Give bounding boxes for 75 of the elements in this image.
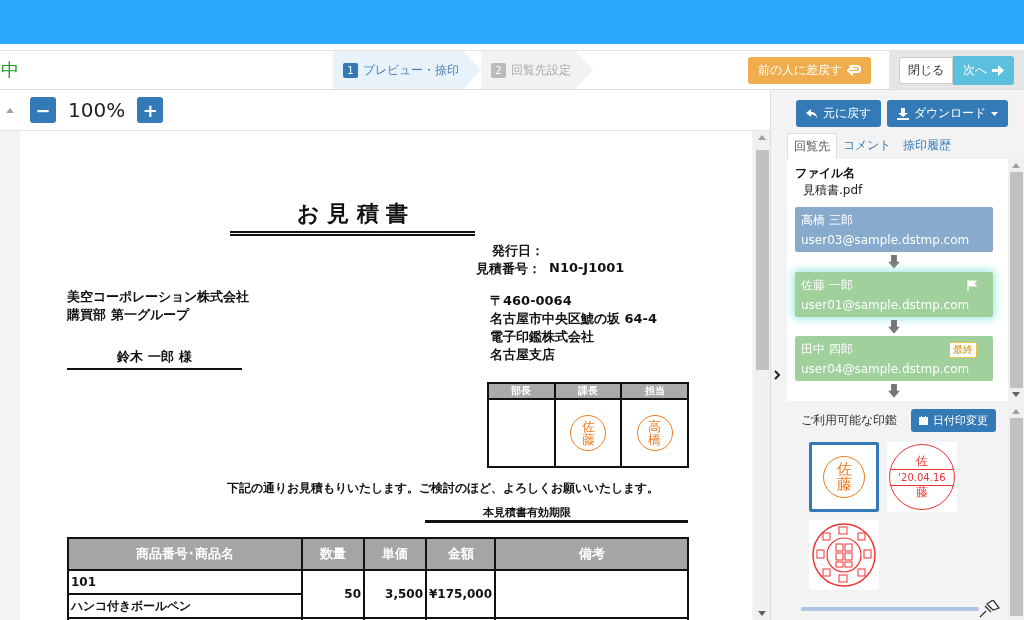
column-header: 商品番号･商品名 [68, 538, 302, 570]
approval-header: 部長 [489, 384, 554, 400]
stamps-label: ご利用可能な印鑑 [801, 412, 897, 429]
column-header: 備考 [495, 538, 688, 570]
sender-line: 〒460-0064 [490, 292, 573, 310]
arrow-down-icon [888, 319, 900, 334]
approval-header: 課長 [555, 384, 621, 400]
recipient-card[interactable]: 田中 四郎 最終 user04@sample.dstmp.com [795, 336, 993, 382]
scroll-up-icon[interactable] [1012, 163, 1020, 168]
file-label: ファイル名 [795, 165, 855, 182]
chevron-right-icon[interactable] [774, 370, 781, 380]
stamp-option[interactable] [809, 520, 879, 590]
scroll-up-icon[interactable] [1012, 409, 1020, 414]
estimate-number: N10-J1001 [549, 260, 625, 277]
date-stamp-button[interactable]: 日付印変更 [911, 409, 996, 432]
column-header: 単価 [364, 538, 426, 570]
recipient-email: user01@sample.dstmp.com [801, 297, 971, 312]
scrollbar-thumb[interactable] [755, 150, 769, 370]
approval-header: 担当 [622, 384, 687, 400]
message-text: 下記の通りお見積もりいたします。ご検討のほど、よろしくお願いいたします。 [227, 480, 660, 497]
zoom-in-button[interactable]: + [137, 97, 164, 123]
recipient-email: user03@sample.dstmp.com [801, 233, 971, 247]
recipient-email: user04@sample.dstmp.com [801, 362, 971, 377]
issue-date-label: 発行日： [492, 242, 545, 260]
recipient-name: 佐藤 一郎 [801, 276, 853, 294]
table-cell: 50 [302, 570, 364, 618]
stamp-option[interactable]: 佐 藤 [809, 442, 879, 512]
download-button[interactable]: ダウンロード [887, 100, 1008, 127]
seal-drawing [811, 522, 877, 588]
panel-tab[interactable]: コメント [837, 133, 897, 159]
sender-line: 名古屋支店 [490, 346, 556, 364]
arrow-down-icon [888, 255, 900, 269]
table-cell: 3,500 [364, 570, 426, 618]
zoom-level: 100% [68, 98, 126, 122]
step-tab[interactable]: 1 プレビュー・捺印 [333, 51, 481, 89]
recipient-name: 田中 四郎 [801, 341, 853, 359]
document-title: お 見 積 書 [230, 199, 475, 236]
sender-line: 電子印鑑株式会社 [490, 328, 595, 346]
table-cell: ハンコ付きボールペン [68, 594, 302, 618]
download-icon [897, 107, 909, 120]
undo-icon [806, 108, 818, 119]
validity-label: 本見積書有効期限 [482, 506, 571, 519]
customer-line: 購買部 第一グループ [67, 306, 191, 324]
estimate-number-label: 見積番号： [476, 260, 541, 278]
addressee: 鈴木 一郎 様 [67, 348, 242, 370]
zoom-out-button[interactable]: − [30, 97, 56, 123]
scroll-up-icon[interactable] [758, 135, 766, 140]
sender-line: 名古屋市中央区鯱の坂 64-4 [490, 310, 658, 328]
scroll-up-icon[interactable] [6, 107, 14, 113]
arrow-down-icon [888, 384, 900, 398]
pin-icon[interactable] [979, 600, 1001, 618]
caret-icon [991, 111, 998, 116]
file-name: 見積書.pdf [803, 182, 863, 199]
column-header: 金額 [426, 538, 495, 570]
table-cell: ¥175,000 [426, 570, 495, 618]
arrow-right-icon [992, 64, 1004, 76]
undo-button[interactable]: 元に戻す [796, 100, 881, 127]
scrollbar-thumb[interactable] [1009, 172, 1023, 388]
recipient-name: 高橋 三郎 [801, 212, 853, 229]
final-badge: 最終 [949, 341, 977, 358]
scroll-down-icon[interactable] [1012, 392, 1020, 397]
size-slider[interactable] [801, 607, 979, 611]
scroll-down-icon[interactable] [758, 611, 766, 616]
panel-tab[interactable]: 回覧先 [787, 133, 837, 159]
recipient-card[interactable]: 高橋 三郎 user03@sample.dstmp.com [795, 207, 993, 252]
return-icon [847, 64, 861, 76]
column-header: 数量 [302, 538, 364, 570]
calendar-icon [919, 416, 928, 425]
scrollbar-thumb[interactable] [1009, 418, 1023, 616]
panel-tab[interactable]: 捺印履歴 [897, 133, 957, 159]
customer-line: 美空コーポレーション株式会社 [67, 288, 250, 306]
stamp-option[interactable]: 佐 '20.04.16 藤 [887, 442, 957, 512]
table-cell: 101 [68, 570, 302, 594]
page-title: 中 [1, 58, 20, 82]
close-button[interactable]: 閉じる [899, 56, 953, 84]
